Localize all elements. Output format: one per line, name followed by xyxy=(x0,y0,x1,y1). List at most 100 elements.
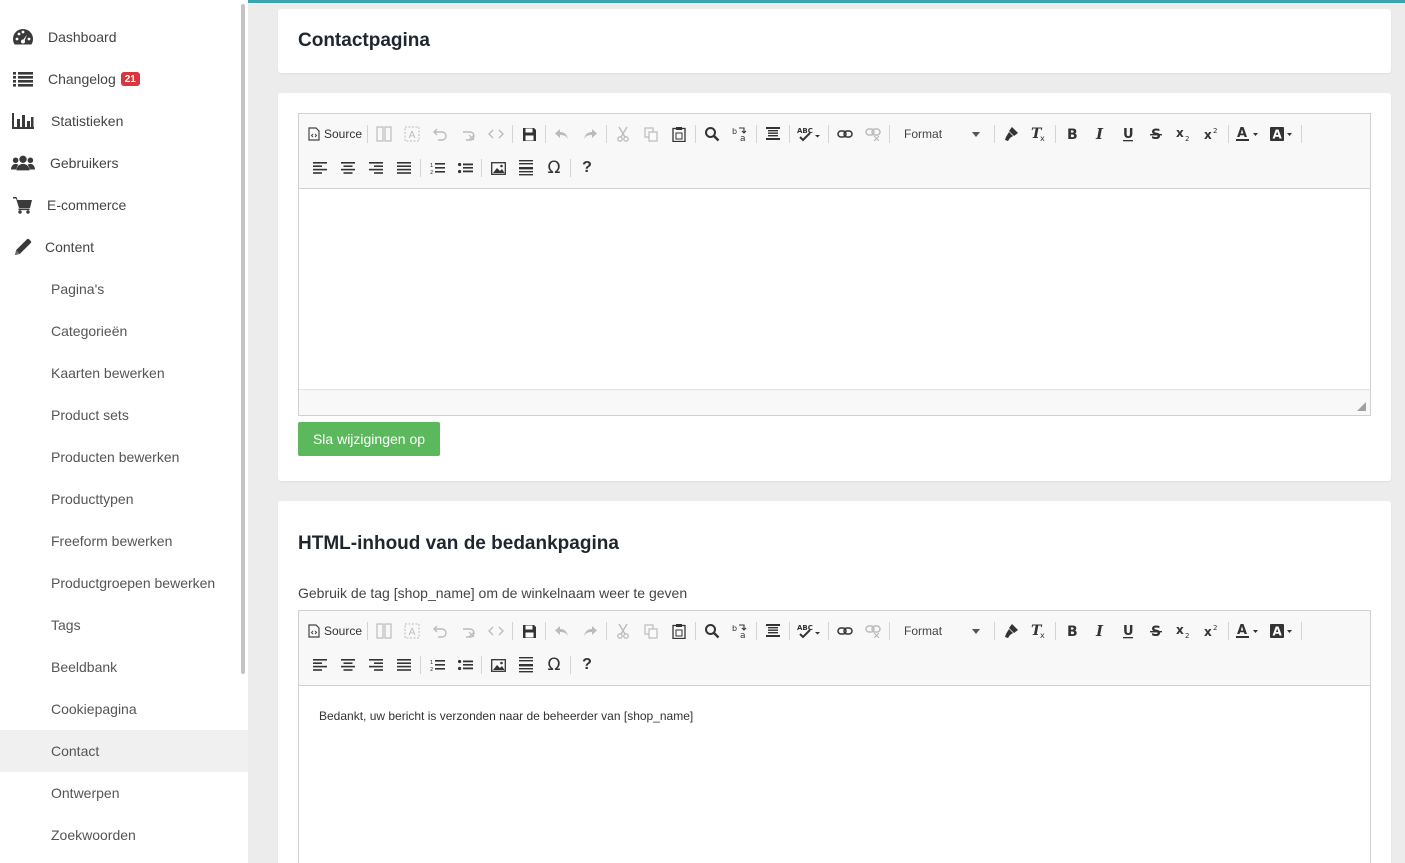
align-left-button[interactable] xyxy=(306,155,334,181)
replace-button[interactable]: ba xyxy=(726,618,754,644)
cut-button[interactable] xyxy=(609,618,637,644)
sidebar-subitem-cookiepagina[interactable]: Cookiepagina xyxy=(0,688,248,730)
select-all-button[interactable]: A xyxy=(398,121,426,147)
link-button[interactable] xyxy=(831,618,859,644)
paste-button[interactable] xyxy=(665,618,693,644)
unlink-button[interactable] xyxy=(859,618,887,644)
text-color-button[interactable]: A xyxy=(1231,121,1265,147)
underline-button[interactable]: U xyxy=(1114,121,1142,147)
clear-formatting-button[interactable]: Tx xyxy=(1025,618,1053,644)
help-button[interactable]: ? xyxy=(573,652,601,678)
image-button[interactable] xyxy=(484,155,512,181)
horizontal-rule-button[interactable] xyxy=(512,155,540,181)
numbered-list-button[interactable]: 12 xyxy=(423,652,451,678)
sidebar-subitem-freeform-bewerken[interactable]: Freeform bewerken xyxy=(0,520,248,562)
align-center-button[interactable] xyxy=(334,155,362,181)
spellcheck-button[interactable]: ABC xyxy=(792,618,826,644)
remove-format-button[interactable] xyxy=(454,121,482,147)
background-color-button[interactable]: A xyxy=(1265,618,1299,644)
sidebar-item-content[interactable]: Content xyxy=(0,226,248,268)
copy-formatting-button[interactable] xyxy=(997,618,1025,644)
templates-button[interactable] xyxy=(370,618,398,644)
text-color-button[interactable]: A xyxy=(1231,618,1265,644)
sidebar-subitem-beeldbank[interactable]: Beeldbank xyxy=(0,646,248,688)
show-blocks-button[interactable] xyxy=(759,121,787,147)
special-character-button[interactable]: Ω xyxy=(540,155,568,181)
help-button[interactable]: ? xyxy=(573,155,601,181)
format-dropdown[interactable]: Format xyxy=(896,123,988,145)
align-left-button[interactable] xyxy=(306,652,334,678)
align-right-button[interactable] xyxy=(362,652,390,678)
sidebar-scrollbar[interactable] xyxy=(241,4,245,674)
sidebar-subitem-paginas[interactable]: Pagina's xyxy=(0,268,248,310)
sidebar-item-e-commerce[interactable]: E-commerce xyxy=(0,184,248,226)
code-snippet-button[interactable] xyxy=(482,121,510,147)
select-all-button[interactable]: A xyxy=(398,618,426,644)
replace-button[interactable]: ba xyxy=(726,121,754,147)
save-document-button[interactable] xyxy=(515,121,543,147)
strikethrough-button[interactable]: S xyxy=(1142,618,1170,644)
sidebar-subitem-kaarten-bewerken[interactable]: Kaarten bewerken xyxy=(0,352,248,394)
align-center-button[interactable] xyxy=(334,652,362,678)
superscript-button[interactable]: x2 xyxy=(1198,121,1226,147)
italic-button[interactable]: I xyxy=(1086,121,1114,147)
sidebar-subitem-categorieen[interactable]: Categorieën xyxy=(0,310,248,352)
subscript-button[interactable]: x2 xyxy=(1170,121,1198,147)
copy-button[interactable] xyxy=(637,618,665,644)
bulleted-list-button[interactable] xyxy=(451,652,479,678)
justify-button[interactable] xyxy=(390,155,418,181)
save-changes-button[interactable]: Sla wijzigingen op xyxy=(298,422,440,456)
resize-handle-icon[interactable] xyxy=(1357,402,1366,411)
sidebar-subitem-producttypen[interactable]: Producttypen xyxy=(0,478,248,520)
sidebar-subitem-ontwerpen[interactable]: Ontwerpen xyxy=(0,772,248,814)
templates-button[interactable] xyxy=(370,121,398,147)
sidebar-subitem-contact[interactable]: Contact xyxy=(0,730,248,772)
sidebar-item-statistieken[interactable]: Statistieken xyxy=(0,100,248,142)
sidebar-item-changelog[interactable]: Changelog 21 xyxy=(0,58,248,100)
save-document-button[interactable] xyxy=(515,618,543,644)
redo-button[interactable] xyxy=(576,618,604,644)
background-color-button[interactable]: A xyxy=(1265,121,1299,147)
strikethrough-button[interactable]: S xyxy=(1142,121,1170,147)
bold-button[interactable]: B xyxy=(1058,121,1086,147)
horizontal-rule-button[interactable] xyxy=(512,652,540,678)
remove-format-button[interactable] xyxy=(454,618,482,644)
undo-button[interactable] xyxy=(548,121,576,147)
sidebar-subitem-producten-bewerken[interactable]: Producten bewerken xyxy=(0,436,248,478)
italic-button[interactable]: I xyxy=(1086,618,1114,644)
sidebar-item-dashboard[interactable]: Dashboard xyxy=(0,16,248,58)
bold-button[interactable]: B xyxy=(1058,618,1086,644)
special-character-button[interactable]: Ω xyxy=(540,652,568,678)
superscript-button[interactable]: x2 xyxy=(1198,618,1226,644)
sidebar-subitem-zoekwoorden[interactable]: Zoekwoorden xyxy=(0,814,248,856)
align-right-button[interactable] xyxy=(362,155,390,181)
paste-button[interactable] xyxy=(665,121,693,147)
cut-button[interactable] xyxy=(609,121,637,147)
spellcheck-button[interactable]: ABC xyxy=(792,121,826,147)
undo-format-button[interactable] xyxy=(426,618,454,644)
source-button[interactable]: Source xyxy=(306,121,365,147)
justify-button[interactable] xyxy=(390,652,418,678)
undo-format-button[interactable] xyxy=(426,121,454,147)
copy-formatting-button[interactable] xyxy=(997,121,1025,147)
link-button[interactable] xyxy=(831,121,859,147)
image-button[interactable] xyxy=(484,652,512,678)
find-button[interactable] xyxy=(698,121,726,147)
source-button[interactable]: Source xyxy=(306,618,365,644)
numbered-list-button[interactable]: 12 xyxy=(423,155,451,181)
unlink-button[interactable] xyxy=(859,121,887,147)
subscript-button[interactable]: x2 xyxy=(1170,618,1198,644)
sidebar-subitem-tags[interactable]: Tags xyxy=(0,604,248,646)
show-blocks-button[interactable] xyxy=(759,618,787,644)
format-dropdown[interactable]: Format xyxy=(896,620,988,642)
undo-button[interactable] xyxy=(548,618,576,644)
editor-content-area[interactable] xyxy=(299,189,1370,389)
clear-formatting-button[interactable]: Tx xyxy=(1025,121,1053,147)
bulleted-list-button[interactable] xyxy=(451,155,479,181)
find-button[interactable] xyxy=(698,618,726,644)
code-snippet-button[interactable] xyxy=(482,618,510,644)
copy-button[interactable] xyxy=(637,121,665,147)
editor-content-area[interactable]: Bedankt, uw bericht is verzonden naar de… xyxy=(299,686,1370,863)
underline-button[interactable]: U xyxy=(1114,618,1142,644)
sidebar-subitem-product-sets[interactable]: Product sets xyxy=(0,394,248,436)
